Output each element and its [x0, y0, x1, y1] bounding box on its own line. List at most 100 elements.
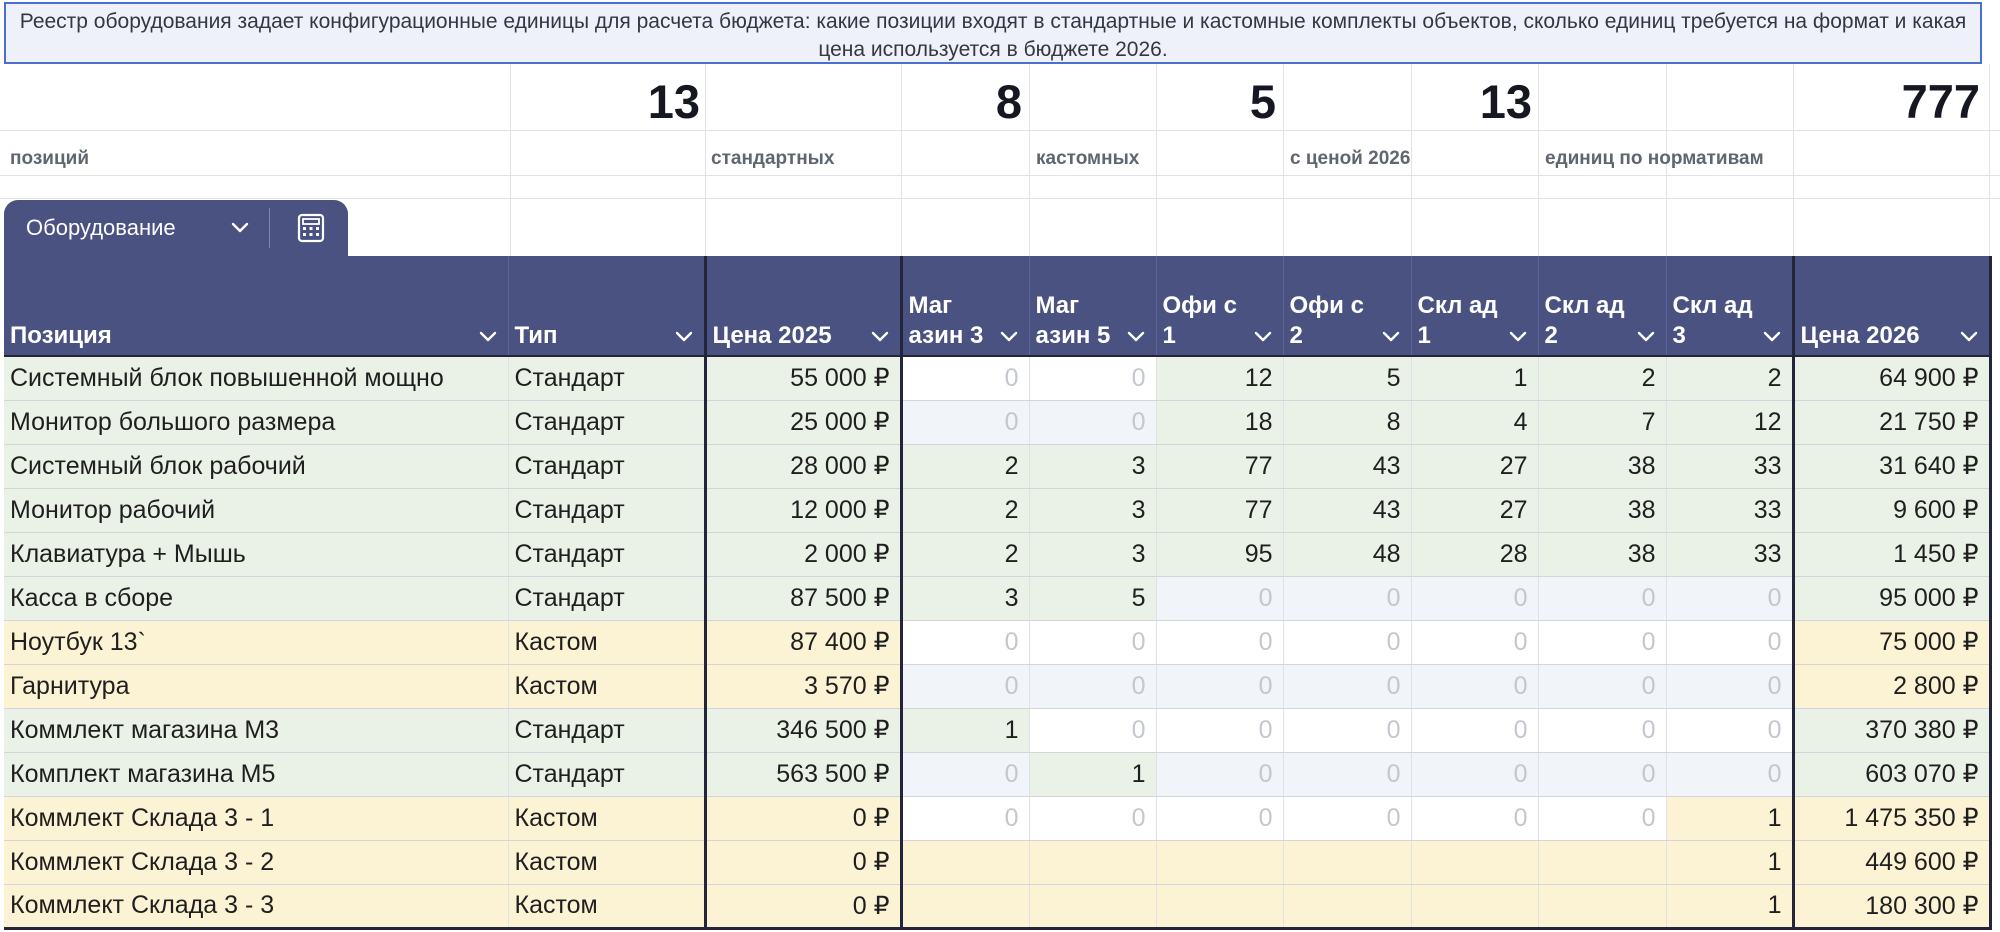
- cell-warehouse-2[interactable]: 0: [1538, 796, 1667, 841]
- chevron-down-icon[interactable]: [1762, 329, 1782, 345]
- column-header-office-2[interactable]: Офи с 2: [1283, 256, 1412, 356]
- cell-price-2026[interactable]: 2 800 ₽: [1791, 664, 1992, 709]
- cell-office-1[interactable]: 0: [1156, 664, 1284, 709]
- cell-warehouse-1[interactable]: 27: [1411, 488, 1539, 533]
- sheet-tab-label[interactable]: Оборудование: [26, 200, 176, 256]
- cell-position[interactable]: Гарнитура: [4, 664, 509, 709]
- cell-office-2[interactable]: 0: [1283, 796, 1412, 841]
- cell-price-2025[interactable]: 0 ₽: [703, 840, 902, 885]
- cell-price-2026[interactable]: 603 070 ₽: [1791, 752, 1992, 797]
- cell-warehouse-2[interactable]: 2: [1538, 355, 1667, 401]
- cell-warehouse-2[interactable]: 0: [1538, 752, 1667, 797]
- cell-store-5[interactable]: 0: [1029, 664, 1157, 709]
- cell-warehouse-2[interactable]: 38: [1538, 532, 1667, 577]
- cell-office-2[interactable]: 0: [1283, 708, 1412, 753]
- cell-office-2[interactable]: 8: [1283, 400, 1412, 445]
- column-header-warehouse-2[interactable]: Скл ад 2: [1538, 256, 1667, 356]
- column-header-type[interactable]: Тип: [508, 256, 706, 356]
- cell-store-3[interactable]: 1: [899, 708, 1030, 753]
- cell-office-1[interactable]: 0: [1156, 620, 1284, 665]
- cell-store-3[interactable]: [899, 884, 1030, 930]
- cell-price-2025[interactable]: 2 000 ₽: [703, 532, 902, 577]
- cell-office-2[interactable]: 0: [1283, 752, 1412, 797]
- chevron-down-icon[interactable]: [674, 329, 694, 345]
- cell-price-2026[interactable]: 9 600 ₽: [1791, 488, 1992, 533]
- cell-price-2026[interactable]: 75 000 ₽: [1791, 620, 1992, 665]
- cell-price-2026[interactable]: 21 750 ₽: [1791, 400, 1992, 445]
- cell-warehouse-1[interactable]: 0: [1411, 620, 1539, 665]
- cell-type[interactable]: Кастом: [508, 620, 706, 665]
- column-header-warehouse-3[interactable]: Скл ад 3: [1666, 256, 1794, 356]
- cell-warehouse-1[interactable]: 0: [1411, 752, 1539, 797]
- chevron-down-icon[interactable]: [999, 329, 1019, 345]
- cell-price-2025[interactable]: 28 000 ₽: [703, 444, 902, 489]
- cell-store-3[interactable]: 2: [899, 532, 1030, 577]
- cell-price-2026[interactable]: 64 900 ₽: [1791, 355, 1992, 401]
- cell-warehouse-2[interactable]: 38: [1538, 488, 1667, 533]
- cell-office-2[interactable]: 0: [1283, 576, 1412, 621]
- cell-position[interactable]: Касса в сборе: [4, 576, 509, 621]
- cell-office-2[interactable]: 43: [1283, 488, 1412, 533]
- cell-warehouse-1[interactable]: 0: [1411, 708, 1539, 753]
- cell-office-2[interactable]: 5: [1283, 355, 1412, 401]
- cell-office-1[interactable]: 0: [1156, 752, 1284, 797]
- cell-store-5[interactable]: [1029, 840, 1157, 885]
- cell-warehouse-3[interactable]: 1: [1666, 796, 1794, 841]
- chevron-down-icon[interactable]: [1508, 329, 1528, 345]
- cell-warehouse-3[interactable]: 0: [1666, 576, 1794, 621]
- cell-position[interactable]: Клавиатура + Мышь: [4, 532, 509, 577]
- cell-store-3[interactable]: [899, 840, 1030, 885]
- cell-store-5[interactable]: 0: [1029, 708, 1157, 753]
- cell-warehouse-1[interactable]: 0: [1411, 664, 1539, 709]
- cell-position[interactable]: Комплект магазина М5: [4, 752, 509, 797]
- cell-position[interactable]: Монитор рабочий: [4, 488, 509, 533]
- cell-store-5[interactable]: 3: [1029, 444, 1157, 489]
- table-row[interactable]: Ноутбук 13` Кастом 87 400 ₽0 0 0 0 0 0 0 75 000 ₽: [4, 620, 1992, 665]
- cell-warehouse-2[interactable]: 0: [1538, 576, 1667, 621]
- table-row[interactable]: Коммлект Склада 3 - 3 Кастом 0 ₽ 1 180 300 ₽: [4, 884, 1992, 930]
- cell-price-2025[interactable]: 87 500 ₽: [703, 576, 902, 621]
- chevron-down-icon[interactable]: [1381, 329, 1401, 345]
- cell-warehouse-1[interactable]: 0: [1411, 576, 1539, 621]
- cell-price-2026[interactable]: 1 450 ₽: [1791, 532, 1992, 577]
- calculator-icon[interactable]: [296, 213, 326, 243]
- cell-store-5[interactable]: 3: [1029, 532, 1157, 577]
- table-row[interactable]: Системный блок повышенной мощно Стандарт 5…: [4, 355, 1992, 401]
- cell-type[interactable]: Кастом: [508, 664, 706, 709]
- chevron-down-icon[interactable]: [1126, 329, 1146, 345]
- cell-store-5[interactable]: 0: [1029, 620, 1157, 665]
- column-header-price-2026[interactable]: Цена 2026: [1791, 256, 1992, 356]
- cell-office-2[interactable]: 0: [1283, 664, 1412, 709]
- cell-price-2025[interactable]: 563 500 ₽: [703, 752, 902, 797]
- chevron-down-icon[interactable]: [478, 329, 498, 345]
- cell-office-1[interactable]: 18: [1156, 400, 1284, 445]
- cell-position[interactable]: Системный блок повышенной мощно: [4, 355, 509, 401]
- column-header-warehouse-1[interactable]: Скл ад 1: [1411, 256, 1539, 356]
- cell-warehouse-1[interactable]: [1411, 840, 1539, 885]
- cell-warehouse-2[interactable]: 38: [1538, 444, 1667, 489]
- cell-store-3[interactable]: 2: [899, 444, 1030, 489]
- cell-type[interactable]: Стандарт: [508, 444, 706, 489]
- cell-type[interactable]: Стандарт: [508, 355, 706, 401]
- cell-warehouse-3[interactable]: 0: [1666, 752, 1794, 797]
- table-row[interactable]: Системный блок рабочий Стандарт 28 000 ₽2 3…: [4, 444, 1992, 489]
- cell-price-2026[interactable]: 370 380 ₽: [1791, 708, 1992, 753]
- sheet-tab[interactable]: Оборудование: [4, 200, 348, 256]
- cell-warehouse-3[interactable]: 33: [1666, 488, 1794, 533]
- table-row[interactable]: Коммлект Склада 3 - 1 Кастом 0 ₽0 0 0 0 0 0 1 1 4…: [4, 796, 1992, 841]
- cell-warehouse-3[interactable]: 1: [1666, 840, 1794, 885]
- cell-price-2025[interactable]: 12 000 ₽: [703, 488, 902, 533]
- cell-office-2[interactable]: [1283, 840, 1412, 885]
- cell-position[interactable]: Ноутбук 13`: [4, 620, 509, 665]
- chevron-down-icon[interactable]: [1636, 329, 1656, 345]
- cell-warehouse-1[interactable]: 28: [1411, 532, 1539, 577]
- cell-price-2025[interactable]: 55 000 ₽: [703, 355, 902, 401]
- column-header-store-5[interactable]: Маг азин 5: [1029, 256, 1157, 356]
- cell-warehouse-3[interactable]: 1: [1666, 884, 1794, 930]
- cell-warehouse-3[interactable]: 0: [1666, 620, 1794, 665]
- chevron-down-icon[interactable]: [230, 220, 250, 236]
- cell-warehouse-1[interactable]: 4: [1411, 400, 1539, 445]
- cell-office-1[interactable]: 77: [1156, 444, 1284, 489]
- column-header-store-3[interactable]: Маг азин 3: [899, 256, 1030, 356]
- cell-position[interactable]: Системный блок рабочий: [4, 444, 509, 489]
